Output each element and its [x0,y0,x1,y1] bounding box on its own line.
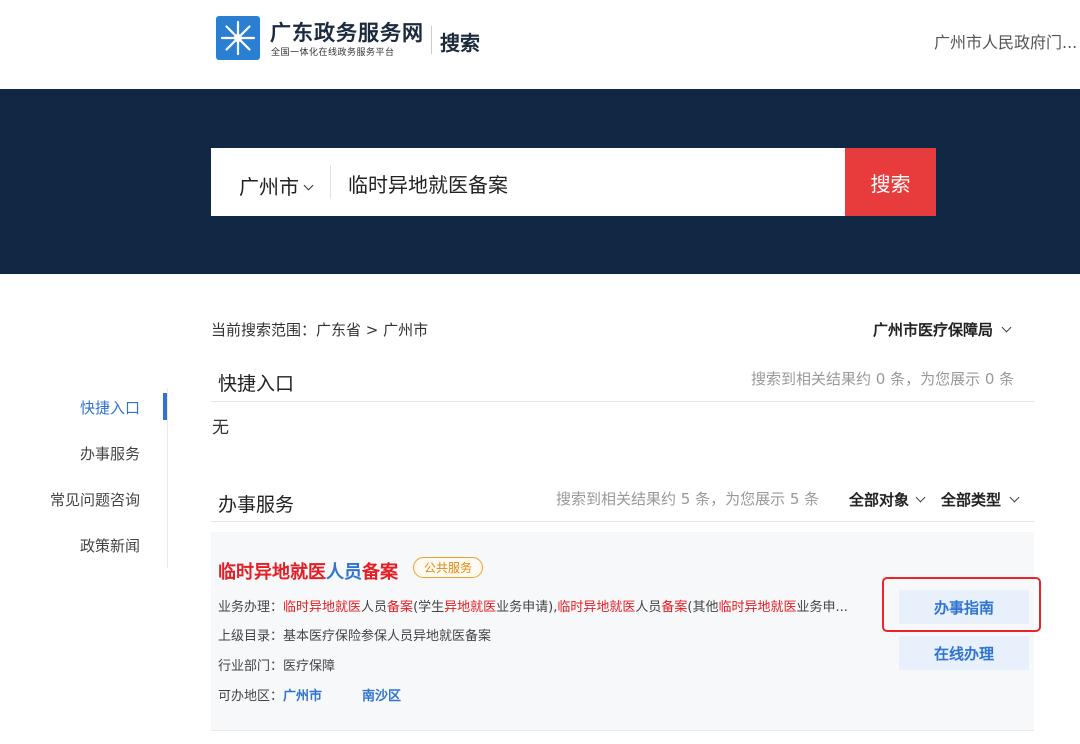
brand-divider [431,26,432,54]
section-divider [211,521,1034,522]
area-row: 可办地区：广州市 南沙区 [218,685,401,704]
nav-rail [167,388,168,568]
title-highlight: 临时异地就医 [218,562,326,583]
search-divider [330,165,331,199]
title-highlight: 备案 [362,562,398,583]
nav-item-policy-news[interactable]: 政策新闻 [80,535,140,556]
chevron-down-icon [1001,322,1012,333]
chevron-down-icon [915,492,926,503]
nav-item-services[interactable]: 办事服务 [80,443,140,464]
brand-name[interactable]: 广东政务服务网 [270,17,424,47]
area-link-district[interactable]: 南沙区 [362,689,401,704]
biz-highlight[interactable]: 临时异地就医 [719,600,797,615]
object-filter[interactable]: 全部对象 [849,489,926,510]
services-count: 搜索到相关结果约 5 条，为您展示 5 条 [556,490,820,508]
chevron-down-icon [1009,492,1020,503]
biz-highlight[interactable]: 临时异地就医 [283,600,361,615]
service-guide-button[interactable]: 办事指南 [899,590,1029,624]
city-select-label: 广州市 [239,175,299,199]
search-button[interactable]: 搜索 [845,148,936,216]
biz-text[interactable]: 业务申... [797,600,848,615]
parent-label: 上级目录： [218,629,284,644]
services-title: 办事服务 [218,494,295,516]
biz-text[interactable]: (学生 [413,600,444,615]
card-divider [211,730,1034,731]
parent-directory-row: 上级目录：基本医疗保险参保人员异地就医备案 [218,625,491,644]
top-header: 广东政务服务网 全国一体化在线政务服务平台 搜索 广州市人民政府门... [0,0,1080,89]
biz-text[interactable]: 人员 [361,600,387,615]
type-filter[interactable]: 全部类型 [941,489,1020,510]
biz-text[interactable]: 人员 [635,600,661,615]
search-input[interactable] [344,166,832,200]
nav-active-indicator [163,393,167,420]
gov-portal-link[interactable]: 广州市人民政府门... [934,29,1077,53]
type-filter-label: 全部类型 [941,491,1002,509]
biz-highlight[interactable]: 异地就医 [444,600,496,615]
dept-label: 行业部门： [218,659,284,674]
business-label: 业务办理： [218,600,284,615]
biz-highlight[interactable]: 临时异地就医 [557,600,635,615]
parent-value: 基本医疗保险参保人员异地就医备案 [283,629,492,644]
online-handle-button[interactable]: 在线办理 [899,636,1029,670]
brand-subtitle: 全国一体化在线政务服务平台 [271,48,395,58]
dept-value: 医疗保障 [283,659,336,674]
brand-logo-icon[interactable] [216,16,260,60]
department-filter[interactable]: 广州市医疗保障局 [873,319,1012,340]
city-select[interactable]: 广州市 [239,171,314,200]
department-filter-label: 广州市医疗保障局 [873,321,994,339]
service-type-badge: 公共服务 [413,557,484,578]
quick-entry-title: 快捷入口 [218,373,295,395]
quick-entry-count: 搜索到相关结果约 0 条，为您展示 0 条 [751,370,1015,388]
section-divider [211,401,1034,402]
business-items-row: 业务办理：临时异地就医人员备案(学生异地就医业务申请),临时异地就医人员备案(其… [218,596,882,615]
search-scope: 当前搜索范围：广东省 > 广州市 [211,321,429,339]
biz-text[interactable]: 业务申请), [496,600,557,615]
section-title: 搜索 [440,31,480,55]
biz-highlight[interactable]: 备案 [387,600,413,615]
area-label: 可办地区： [218,689,284,704]
area-link-city[interactable]: 广州市 [283,689,322,704]
biz-text[interactable]: (其他 [687,600,718,615]
chevron-down-icon [303,180,314,191]
title-text: 人员 [326,562,362,583]
object-filter-label: 全部对象 [849,491,910,509]
nav-item-quick-entry[interactable]: 快捷入口 [80,397,140,418]
department-row: 行业部门：医疗保障 [218,655,335,674]
biz-highlight[interactable]: 备案 [661,600,687,615]
nav-item-faq[interactable]: 常见问题咨询 [50,489,140,510]
empty-result: 无 [212,418,229,438]
result-title-link[interactable]: 临时异地就医人员备案 [218,558,398,584]
